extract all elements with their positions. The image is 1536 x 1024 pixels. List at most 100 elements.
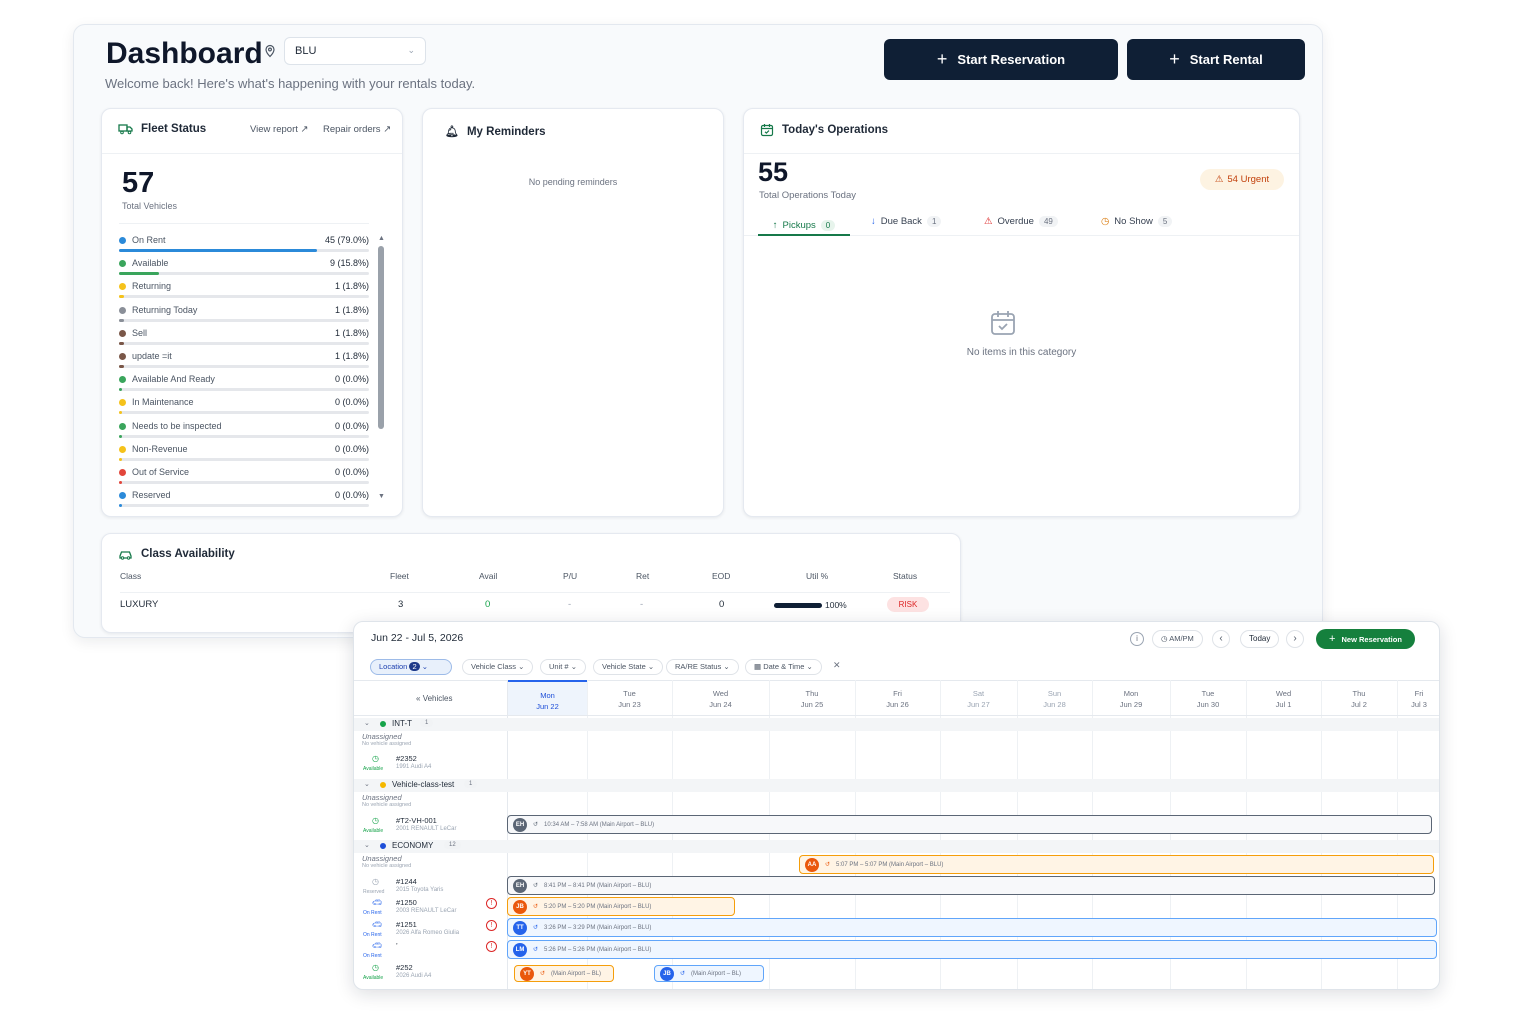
- scroll-down-icon[interactable]: ▼: [378, 493, 385, 500]
- filter-ra-re-status[interactable]: RA/RE Status ⌄: [666, 659, 739, 675]
- day-header[interactable]: Fri Jun 26: [855, 688, 940, 710]
- reservation-bar[interactable]: AA ↺ 5:07 PM – 5:07 PM (Main Airport – B…: [799, 855, 1434, 874]
- day-header[interactable]: Wed Jun 24: [672, 688, 769, 710]
- status-bar-fill: [119, 481, 122, 484]
- chevron-down-icon: ⌄: [364, 842, 370, 849]
- filter-location[interactable]: Location 2 ⌄: [370, 659, 452, 675]
- vehicle-unit: #1250: [396, 898, 417, 907]
- tab-no-show[interactable]: ◷ No Show 5: [1101, 216, 1173, 227]
- day-header[interactable]: Thu Jun 25: [769, 688, 855, 710]
- start-rental-button[interactable]: + Start Rental: [1127, 39, 1305, 80]
- filter-unit[interactable]: Unit # ⌄: [540, 659, 586, 675]
- status-dot: [119, 445, 126, 453]
- fleet-status-row[interactable]: Needs to be inspected 0 (0.0%): [119, 419, 369, 442]
- vehicle-row[interactable]: ◷ Available #T2-VH-001 2001 RENAULT LeCa…: [354, 815, 507, 836]
- location-select[interactable]: BLU ⌄: [284, 37, 426, 65]
- filter-vehicle-state[interactable]: Vehicle State ⌄: [593, 659, 664, 675]
- day-header[interactable]: Mon Jun 22: [508, 680, 587, 715]
- class-group-row[interactable]: ⌄ ECONOMY 12: [354, 840, 1439, 853]
- day-header[interactable]: Sat Jun 27: [940, 688, 1017, 710]
- status-icon: ↺: [533, 883, 539, 889]
- day-header[interactable]: Wed Jul 1: [1246, 688, 1321, 710]
- day-date: Jun 27: [967, 700, 990, 709]
- divider: [120, 592, 950, 593]
- view-report-link[interactable]: View report ↗: [250, 124, 309, 135]
- bell-icon: 🔔︎: [445, 126, 459, 138]
- vehicle-row[interactable]: 🚗︎ On Rent ’: [354, 940, 507, 961]
- info-icon[interactable]: i: [1130, 632, 1144, 646]
- vehicle-row[interactable]: 🚗︎ On Rent #1251 2026 Alfa Romeo Giulia: [354, 919, 507, 940]
- reservation-text: (Main Airport – BL): [691, 970, 742, 977]
- status-label: Sell: [132, 327, 148, 338]
- filter-vehicle-class[interactable]: Vehicle Class ⌄: [462, 659, 534, 675]
- divider: [744, 153, 1299, 154]
- day-name: Mon: [540, 691, 555, 700]
- vehicle-row[interactable]: ◷ Reserved #1244 2015 Toyota Yaris: [354, 876, 507, 897]
- fleet-status-row[interactable]: Reserved 0 (0.0%): [119, 488, 369, 511]
- class-group-name: Vehicle-class-test: [392, 780, 455, 789]
- operations-count: 55: [758, 157, 789, 187]
- alert-icon[interactable]: !: [486, 898, 497, 909]
- fleet-status-row[interactable]: On Rent 45 (79.0%): [119, 233, 369, 256]
- repair-orders-link[interactable]: Repair orders ↗: [323, 124, 391, 135]
- clear-filters-icon[interactable]: ✕: [833, 660, 841, 671]
- reservation-bar[interactable]: TT ↺ 3:26 PM – 3:29 PM (Main Airport – B…: [507, 918, 1437, 937]
- filter-label: Vehicle State: [602, 662, 646, 671]
- vehicle-unit: #1244: [396, 877, 417, 886]
- urgent-badge[interactable]: ⚠ 54 Urgent: [1200, 169, 1284, 190]
- alert-icon[interactable]: !: [486, 941, 497, 952]
- status-bar-fill: [119, 504, 122, 508]
- tab-due-back[interactable]: ↓ Due Back 1: [871, 216, 942, 227]
- fleet-status-row[interactable]: Available And Ready 0 (0.0%): [119, 372, 369, 395]
- reservation-bar[interactable]: EH ↺ 10:34 AM – 7:58 AM (Main Airport – …: [507, 815, 1432, 834]
- status-label: Available And Ready: [132, 374, 215, 385]
- status-bar: [119, 411, 369, 415]
- day-header[interactable]: Tue Jun 30: [1170, 688, 1246, 710]
- fleet-status-row[interactable]: update =it 1 (1.8%): [119, 349, 369, 372]
- fleet-status-row[interactable]: Available 9 (15.8%): [119, 256, 369, 279]
- reservation-bar[interactable]: LM ↺ 5:26 PM – 5:26 PM (Main Airport – B…: [507, 940, 1437, 959]
- calendar-range: Jun 22 - Jul 5, 2026: [371, 632, 464, 644]
- class-group-row[interactable]: ⌄ INT-T 1: [354, 718, 1439, 731]
- plus-icon: +: [936, 49, 948, 69]
- reservation-bar[interactable]: YT ↺ (Main Airport – BL): [514, 965, 614, 982]
- filter-date-time[interactable]: ▦ Date & Time ⌄: [745, 659, 822, 675]
- day-header[interactable]: Fri Jul 3: [1397, 688, 1439, 710]
- tab-overdue[interactable]: ⚠ Overdue 49: [984, 216, 1058, 227]
- tab-pickups[interactable]: ↑ Pickups 0: [758, 216, 850, 236]
- today-button[interactable]: Today: [1240, 630, 1280, 648]
- reservation-bar[interactable]: EH ↺ 8:41 PM – 8:41 PM (Main Airport – B…: [507, 876, 1435, 895]
- start-reservation-button[interactable]: + Start Reservation: [884, 39, 1118, 80]
- fleet-status-row[interactable]: Non-Revenue 0 (0.0%): [119, 442, 369, 465]
- day-header[interactable]: Sun Jun 28: [1017, 688, 1092, 710]
- fleet-status-row[interactable]: Out of Service 0 (0.0%): [119, 465, 369, 488]
- vehicle-model: 2001 RENAULT LeCar: [396, 826, 457, 832]
- vehicle-unit: #T2-VH-001: [396, 816, 437, 825]
- fleet-status-row[interactable]: In Maintenance 0 (0.0%): [119, 395, 369, 418]
- day-name: Thu: [1352, 689, 1366, 698]
- reservation-bar[interactable]: JB ↺ 5:20 PM – 5:20 PM (Main Airport – B…: [507, 897, 735, 916]
- vehicle-row[interactable]: 🚗︎ On Rent #1250 2003 RENAULT LeCar: [354, 897, 507, 918]
- divider: [354, 715, 1439, 716]
- scroll-up-icon[interactable]: ▲: [378, 235, 385, 242]
- day-header[interactable]: Tue Jun 23: [587, 688, 672, 710]
- new-reservation-button[interactable]: + New Reservation: [1316, 629, 1415, 649]
- vehicle-row[interactable]: ◷ Available #2352 1991 Audi A4: [354, 753, 507, 774]
- day-header[interactable]: Mon Jun 29: [1092, 688, 1170, 710]
- day-date: Jun 22: [536, 702, 559, 711]
- vehicle-row[interactable]: ◷ Available #252 2026 Audi A4: [354, 962, 507, 983]
- day-header[interactable]: Thu Jul 2: [1321, 688, 1397, 710]
- vehicles-column-header[interactable]: « Vehicles: [416, 694, 452, 703]
- fleet-status-row[interactable]: Returning Today 1 (1.8%): [119, 303, 369, 326]
- chevron-left-icon[interactable]: ‹: [1212, 630, 1230, 648]
- reservation-bar[interactable]: JB ↺ (Main Airport – BL): [654, 965, 764, 982]
- ret-cell: -: [640, 599, 644, 610]
- alert-icon[interactable]: !: [486, 920, 497, 931]
- fleet-status-row[interactable]: Sell 1 (1.8%): [119, 326, 369, 349]
- scrollbar-thumb[interactable]: [378, 246, 384, 429]
- day-name: Sun: [1047, 689, 1062, 698]
- chevron-right-icon[interactable]: ›: [1286, 630, 1304, 648]
- class-group-row[interactable]: ⌄ Vehicle-class-test 1: [354, 779, 1439, 792]
- fleet-status-row[interactable]: Returning 1 (1.8%): [119, 279, 369, 302]
- ampm-toggle[interactable]: ◷ AM/PM: [1152, 630, 1203, 648]
